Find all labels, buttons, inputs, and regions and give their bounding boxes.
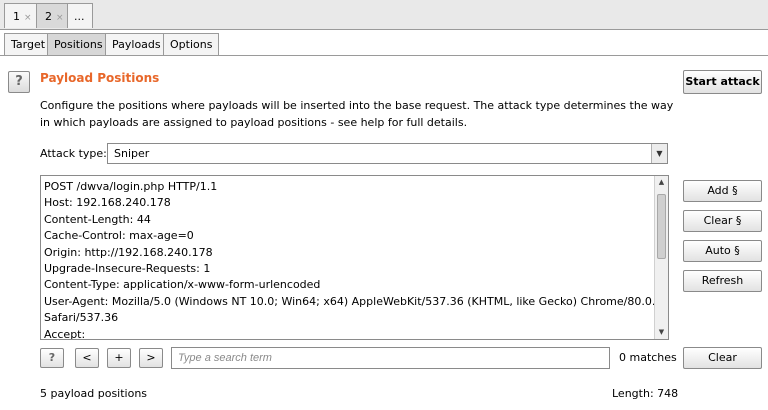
instance-tab-label: 1 — [13, 10, 20, 23]
attack-type-value: Sniper — [114, 147, 150, 160]
attack-type-label: Attack type: — [40, 147, 107, 160]
instance-tab-1[interactable]: 1 × — [4, 3, 37, 28]
add-marker-button[interactable]: Add § — [683, 180, 762, 202]
request-editor[interactable]: POST /dwva/login.php HTTP/1.1 Host: 192.… — [40, 175, 669, 340]
search-help-button[interactable]: ? — [40, 348, 64, 368]
tab-options[interactable]: Options — [163, 33, 220, 55]
attack-type-select[interactable]: Sniper ▼ — [107, 143, 668, 164]
scroll-down-icon[interactable]: ▼ — [655, 326, 668, 339]
request-line: POST /dwva/login.php HTTP/1.1 — [44, 180, 218, 193]
search-input[interactable] — [171, 347, 610, 369]
close-icon[interactable]: × — [24, 13, 32, 23]
request-line: Safari/537.36 — [44, 311, 119, 325]
request-line: Origin: http://192.168.240.178 — [44, 245, 213, 259]
tab-target[interactable]: Target — [4, 33, 53, 55]
request-lines: POST /dwva/login.php HTTP/1.1 Host: 192.… — [44, 179, 669, 340]
payload-position-count: 5 payload positions — [40, 387, 148, 400]
next-match-button[interactable]: > — [139, 348, 163, 368]
panel-title: Payload Positions — [40, 71, 160, 85]
match-count: 0 matches — [619, 351, 677, 364]
intruder-tab-bar: Target Positions Payloads Options — [0, 31, 768, 56]
request-line: Content-Type: application/x-www-form-url… — [44, 278, 321, 292]
scroll-thumb[interactable] — [657, 194, 666, 259]
instance-tab-bar: 1 × 2 × ... — [0, 0, 768, 30]
start-attack-button[interactable]: Start attack — [683, 70, 762, 94]
auto-markers-button[interactable]: Auto § — [683, 240, 762, 262]
chevron-down-icon[interactable]: ▼ — [651, 144, 667, 163]
request-line: Upgrade-Insecure-Requests: 1 — [44, 261, 211, 275]
tab-payloads[interactable]: Payloads — [105, 33, 168, 55]
refresh-button[interactable]: Refresh — [683, 270, 762, 292]
help-button[interactable]: ? — [8, 71, 30, 93]
new-instance-tab[interactable]: ... — [67, 3, 93, 28]
request-length: Length: 748 — [612, 387, 679, 400]
scroll-up-icon[interactable]: ▲ — [655, 176, 668, 189]
request-line: Host: 192.168.240.178 — [44, 196, 171, 210]
request-line: Content-Length: 44 — [44, 212, 151, 226]
request-line: Accept: — [44, 327, 86, 340]
clear-markers-button[interactable]: Clear § — [683, 210, 762, 232]
search-options-button[interactable]: + — [107, 348, 131, 368]
editor-scrollbar[interactable]: ▲ ▼ — [654, 176, 668, 339]
request-line: Cache-Control: max-age=0 — [44, 229, 194, 243]
request-line: User-Agent: Mozilla/5.0 (Windows NT 10.0… — [44, 294, 669, 308]
instance-tab-2[interactable]: 2 × — [36, 3, 68, 28]
instance-tab-label: 2 — [45, 10, 52, 23]
clear-search-button[interactable]: Clear — [683, 347, 762, 369]
panel-description: Configure the positions where payloads w… — [40, 99, 674, 129]
tab-positions[interactable]: Positions — [47, 33, 110, 55]
instance-tab-label: ... — [74, 10, 85, 23]
previous-match-button[interactable]: < — [75, 348, 99, 368]
close-icon[interactable]: × — [56, 13, 64, 23]
